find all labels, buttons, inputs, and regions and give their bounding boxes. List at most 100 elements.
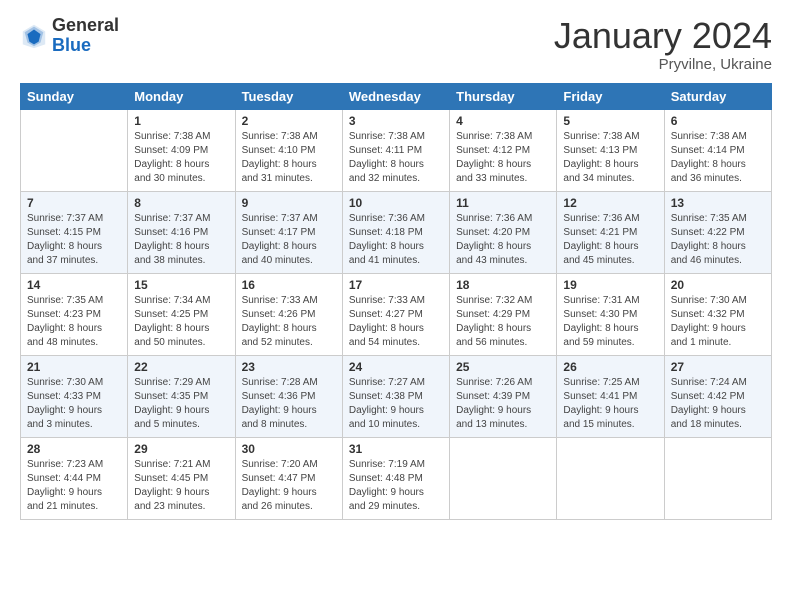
day-number: 19 (563, 278, 657, 292)
day-header-saturday: Saturday (664, 83, 771, 109)
day-number: 6 (671, 114, 765, 128)
cell-content: Sunrise: 7:31 AMSunset: 4:30 PMDaylight:… (563, 294, 657, 350)
page-header: General Blue January 2024 Pryvilne, Ukra… (20, 16, 772, 73)
calendar-cell: 2 Sunrise: 7:38 AMSunset: 4:10 PMDaylight… (235, 109, 342, 191)
calendar-cell: 8 Sunrise: 7:37 AMSunset: 4:16 PMDaylight… (128, 191, 235, 273)
cell-content: Sunrise: 7:23 AMSunset: 4:44 PMDaylight:… (27, 458, 121, 514)
calendar-cell: 28Sunrise: 7:23 AMSunset: 4:44 PMDayligh… (21, 437, 128, 519)
day-number: 29 (134, 442, 228, 456)
calendar-cell: 13Sunrise: 7:35 AMSunset: 4:22 PMDayligh… (664, 191, 771, 273)
location-subtitle: Pryvilne, Ukraine (554, 56, 772, 73)
calendar-cell: 12Sunrise: 7:36 AMSunset: 4:21 PMDayligh… (557, 191, 664, 273)
day-number: 11 (456, 196, 550, 210)
calendar-cell: 17 Sunrise: 7:33 AMSunset: 4:27 PMDayligh… (342, 273, 449, 355)
cell-content: Sunrise: 7:37 AMSunset: 4:17 PMDaylight:… (242, 212, 336, 268)
cell-content: Sunrise: 7:35 AMSunset: 4:22 PMDaylight:… (671, 212, 765, 268)
page-container: General Blue January 2024 Pryvilne, Ukra… (0, 0, 792, 530)
day-number: 2 (242, 114, 336, 128)
day-number: 17 (349, 278, 443, 292)
calendar-cell: 23 Sunrise: 7:28 AMSunset: 4:36 PMDayligh… (235, 355, 342, 437)
calendar-cell: 22Sunrise: 7:29 AMSunset: 4:35 PMDayligh… (128, 355, 235, 437)
day-number: 24 (349, 360, 443, 374)
month-year-title: January 2024 (554, 16, 772, 56)
cell-content: Sunrise: 7:35 AMSunset: 4:23 PMDaylight:… (27, 294, 121, 350)
cell-content: Sunrise: 7:38 AMSunset: 4:10 PMDaylight:… (242, 130, 336, 186)
logo-text: General Blue (52, 16, 119, 56)
cell-content: Sunrise: 7:36 AMSunset: 4:18 PMDaylight:… (349, 212, 443, 268)
calendar-cell: 1 Sunrise: 7:38 AMSunset: 4:09 PMDaylight… (128, 109, 235, 191)
cell-content: Sunrise: 7:32 AMSunset: 4:29 PMDaylight:… (456, 294, 550, 350)
day-number: 4 (456, 114, 550, 128)
day-number: 21 (27, 360, 121, 374)
day-header-thursday: Thursday (450, 83, 557, 109)
day-number: 9 (242, 196, 336, 210)
calendar-cell: 14 Sunrise: 7:35 AMSunset: 4:23 PMDayligh… (21, 273, 128, 355)
cell-content: Sunrise: 7:30 AMSunset: 4:33 PMDaylight:… (27, 376, 121, 432)
calendar-week-row: 28Sunrise: 7:23 AMSunset: 4:44 PMDayligh… (21, 437, 772, 519)
calendar-cell: 9 Sunrise: 7:37 AMSunset: 4:17 PMDaylight… (235, 191, 342, 273)
calendar-cell: 26Sunrise: 7:25 AMSunset: 4:41 PMDayligh… (557, 355, 664, 437)
cell-content: Sunrise: 7:19 AMSunset: 4:48 PMDaylight:… (349, 458, 443, 514)
cell-content: Sunrise: 7:38 AMSunset: 4:09 PMDaylight:… (134, 130, 228, 186)
cell-content: Sunrise: 7:33 AMSunset: 4:27 PMDaylight:… (349, 294, 443, 350)
calendar-cell: 31 Sunrise: 7:19 AMSunset: 4:48 PMDayligh… (342, 437, 449, 519)
cell-content: Sunrise: 7:37 AMSunset: 4:16 PMDaylight:… (134, 212, 228, 268)
calendar-cell: 18 Sunrise: 7:32 AMSunset: 4:29 PMDayligh… (450, 273, 557, 355)
day-header-monday: Monday (128, 83, 235, 109)
day-header-wednesday: Wednesday (342, 83, 449, 109)
day-number: 8 (134, 196, 228, 210)
cell-content: Sunrise: 7:24 AMSunset: 4:42 PMDaylight:… (671, 376, 765, 432)
cell-content: Sunrise: 7:26 AMSunset: 4:39 PMDaylight:… (456, 376, 550, 432)
calendar-cell: 16Sunrise: 7:33 AMSunset: 4:26 PMDayligh… (235, 273, 342, 355)
cell-content: Sunrise: 7:37 AMSunset: 4:15 PMDaylight:… (27, 212, 121, 268)
calendar-cell: 21 Sunrise: 7:30 AMSunset: 4:33 PMDayligh… (21, 355, 128, 437)
cell-content: Sunrise: 7:34 AMSunset: 4:25 PMDaylight:… (134, 294, 228, 350)
calendar-cell: 27 Sunrise: 7:24 AMSunset: 4:42 PMDayligh… (664, 355, 771, 437)
cell-content: Sunrise: 7:38 AMSunset: 4:13 PMDaylight:… (563, 130, 657, 186)
logo-general: General (52, 16, 119, 36)
calendar-week-row: 7 Sunrise: 7:37 AMSunset: 4:15 PMDaylight… (21, 191, 772, 273)
day-number: 23 (242, 360, 336, 374)
cell-content: Sunrise: 7:21 AMSunset: 4:45 PMDaylight:… (134, 458, 228, 514)
calendar-table: SundayMondayTuesdayWednesdayThursdayFrid… (20, 83, 772, 520)
calendar-cell: 3 Sunrise: 7:38 AMSunset: 4:11 PMDaylight… (342, 109, 449, 191)
calendar-cell: 4Sunrise: 7:38 AMSunset: 4:12 PMDaylight… (450, 109, 557, 191)
day-number: 10 (349, 196, 443, 210)
calendar-cell: 15 Sunrise: 7:34 AMSunset: 4:25 PMDayligh… (128, 273, 235, 355)
day-number: 27 (671, 360, 765, 374)
calendar-cell: 6Sunrise: 7:38 AMSunset: 4:14 PMDaylight… (664, 109, 771, 191)
day-number: 20 (671, 278, 765, 292)
calendar-cell: 30Sunrise: 7:20 AMSunset: 4:47 PMDayligh… (235, 437, 342, 519)
cell-content: Sunrise: 7:20 AMSunset: 4:47 PMDaylight:… (242, 458, 336, 514)
calendar-header-row: SundayMondayTuesdayWednesdayThursdayFrid… (21, 83, 772, 109)
day-number: 16 (242, 278, 336, 292)
logo-blue: Blue (52, 36, 119, 56)
day-header-tuesday: Tuesday (235, 83, 342, 109)
calendar-cell: 20Sunrise: 7:30 AMSunset: 4:32 PMDayligh… (664, 273, 771, 355)
day-number: 15 (134, 278, 228, 292)
cell-content: Sunrise: 7:28 AMSunset: 4:36 PMDaylight:… (242, 376, 336, 432)
calendar-cell (21, 109, 128, 191)
day-number: 3 (349, 114, 443, 128)
calendar-cell: 5 Sunrise: 7:38 AMSunset: 4:13 PMDaylight… (557, 109, 664, 191)
day-header-sunday: Sunday (21, 83, 128, 109)
day-number: 1 (134, 114, 228, 128)
calendar-cell: 25Sunrise: 7:26 AMSunset: 4:39 PMDayligh… (450, 355, 557, 437)
day-number: 31 (349, 442, 443, 456)
calendar-cell (557, 437, 664, 519)
day-number: 12 (563, 196, 657, 210)
day-number: 14 (27, 278, 121, 292)
logo-icon (20, 22, 48, 50)
calendar-cell: 19 Sunrise: 7:31 AMSunset: 4:30 PMDayligh… (557, 273, 664, 355)
calendar-cell: 24Sunrise: 7:27 AMSunset: 4:38 PMDayligh… (342, 355, 449, 437)
cell-content: Sunrise: 7:38 AMSunset: 4:11 PMDaylight:… (349, 130, 443, 186)
day-number: 22 (134, 360, 228, 374)
cell-content: Sunrise: 7:36 AMSunset: 4:20 PMDaylight:… (456, 212, 550, 268)
day-number: 7 (27, 196, 121, 210)
day-number: 5 (563, 114, 657, 128)
calendar-cell: 10 Sunrise: 7:36 AMSunset: 4:18 PMDayligh… (342, 191, 449, 273)
day-number: 18 (456, 278, 550, 292)
logo: General Blue (20, 16, 119, 56)
calendar-week-row: 21 Sunrise: 7:30 AMSunset: 4:33 PMDayligh… (21, 355, 772, 437)
day-number: 26 (563, 360, 657, 374)
